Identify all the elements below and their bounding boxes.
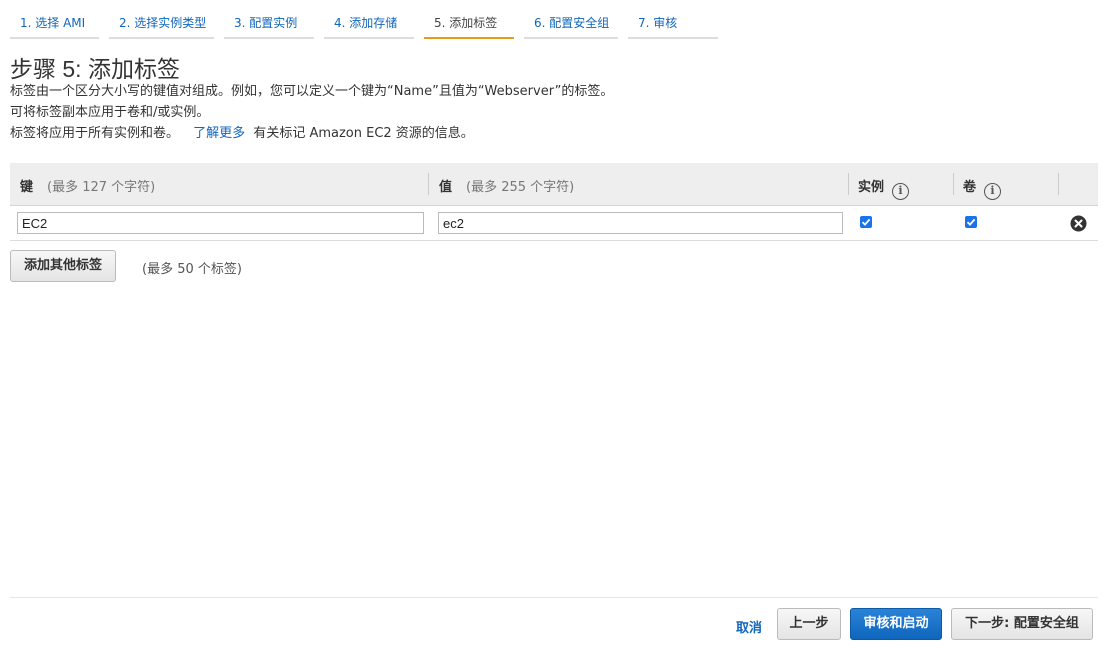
step-add-tags[interactable]: 5. 添加标签 bbox=[424, 0, 514, 39]
page-title: 步骤 5: 添加标签 bbox=[10, 56, 180, 82]
header-volumes: 卷i bbox=[953, 163, 1002, 205]
desc-line-1: 标签由一个区分大小写的键值对组成。例如，您可以定义一个键为“Name”且值为“W… bbox=[10, 84, 614, 99]
header-instances-label: 实例 bbox=[858, 180, 885, 195]
checkbox-checked-icon bbox=[861, 218, 871, 226]
header-key-label: 键 bbox=[20, 180, 34, 195]
step-configure-security-group[interactable]: 6. 配置安全组 bbox=[524, 0, 618, 39]
checkbox-checked-icon bbox=[966, 218, 976, 226]
header-key-hint: (最多 127 个字符) bbox=[47, 180, 156, 195]
volumes-checkbox[interactable] bbox=[965, 216, 977, 228]
header-value-label: 值 bbox=[439, 180, 453, 195]
wizard-steps: 1. 选择 AMI 2. 选择实例类型 3. 配置实例 4. 添加存储 5. 添… bbox=[10, 0, 728, 39]
learn-more-link[interactable]: 了解更多 bbox=[193, 126, 245, 141]
previous-button[interactable]: 上一步 bbox=[777, 608, 841, 640]
step-add-storage[interactable]: 4. 添加存储 bbox=[324, 0, 414, 39]
step-review[interactable]: 7. 审核 bbox=[628, 0, 718, 39]
review-and-launch-button[interactable]: 审核和启动 bbox=[850, 608, 942, 640]
desc-line-3-prefix: 标签将应用于所有实例和卷。 bbox=[10, 126, 180, 141]
footer-divider bbox=[10, 597, 1098, 598]
desc-line-2: 可将标签副本应用于卷和/或实例。 bbox=[10, 105, 210, 120]
table-row bbox=[10, 206, 1098, 241]
cancel-link[interactable]: 取消 bbox=[736, 617, 762, 636]
instances-checkbox[interactable] bbox=[860, 216, 872, 228]
step-choose-instance-type[interactable]: 2. 选择实例类型 bbox=[109, 0, 214, 39]
ec2-launch-wizard: 1. 选择 AMI 2. 选择实例类型 3. 配置实例 4. 添加存储 5. 添… bbox=[0, 0, 1107, 652]
next-configure-security-group-button[interactable]: 下一步: 配置安全组 bbox=[951, 608, 1093, 640]
step-configure-instance[interactable]: 3. 配置实例 bbox=[224, 0, 314, 39]
tag-value-input[interactable] bbox=[438, 212, 843, 234]
tag-key-input[interactable] bbox=[17, 212, 424, 234]
header-separator bbox=[1058, 173, 1059, 195]
add-tag-button[interactable]: 添加其他标签 bbox=[10, 250, 116, 282]
tags-table-header: 键 (最多 127 个字符) 值 (最多 255 个字符) 实例 i 卷i bbox=[10, 163, 1098, 206]
header-value: 值 (最多 255 个字符) bbox=[429, 163, 574, 205]
step-choose-ami[interactable]: 1. 选择 AMI bbox=[10, 0, 99, 39]
header-volumes-label: 卷 bbox=[963, 180, 977, 195]
add-tag-hint: (最多 50 个标签) bbox=[142, 262, 242, 277]
info-icon[interactable]: i bbox=[984, 183, 1002, 200]
desc-line-3: 标签将应用于所有实例和卷。 了解更多 有关标记 Amazon EC2 资源的信息… bbox=[10, 123, 613, 144]
info-icon[interactable]: i bbox=[892, 183, 910, 200]
header-value-hint: (最多 255 个字符) bbox=[466, 180, 575, 195]
header-instances: 实例 i bbox=[848, 163, 910, 205]
desc-line-3-suffix: 有关标记 Amazon EC2 资源的信息。 bbox=[253, 126, 474, 141]
header-key: 键 (最多 127 个字符) bbox=[10, 163, 155, 205]
page-description: 标签由一个区分大小写的键值对组成。例如，您可以定义一个键为“Name”且值为“W… bbox=[10, 81, 613, 144]
remove-circle-icon[interactable] bbox=[1070, 215, 1087, 232]
